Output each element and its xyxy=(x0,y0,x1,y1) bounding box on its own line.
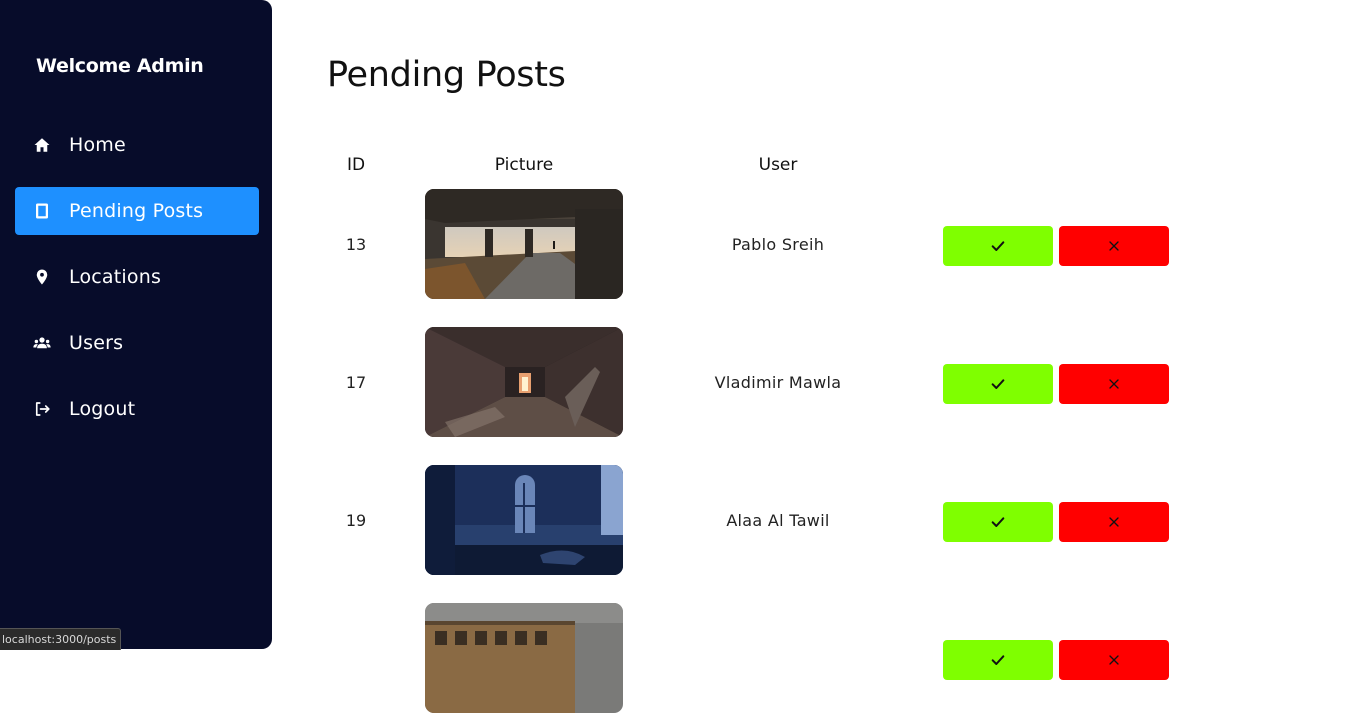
sidebar-item-home[interactable]: Home xyxy=(15,121,259,169)
close-icon xyxy=(1109,517,1119,527)
close-icon xyxy=(1109,379,1119,389)
map-pin-icon xyxy=(15,268,69,286)
users-icon xyxy=(15,334,69,352)
reject-button[interactable] xyxy=(1059,502,1169,542)
close-icon xyxy=(1109,241,1119,251)
sidebar-item-label: Locations xyxy=(69,266,162,288)
post-picture xyxy=(425,603,623,713)
table-row: 19 Alaa Al Tawil xyxy=(327,465,1227,575)
close-icon xyxy=(1109,655,1119,665)
post-picture xyxy=(425,327,623,437)
post-id: 13 xyxy=(345,234,367,254)
page-title: Pending Posts xyxy=(327,55,566,95)
sidebar-item-users[interactable]: Users xyxy=(15,319,259,367)
check-icon xyxy=(991,655,1005,665)
logout-icon xyxy=(15,400,69,418)
approve-button[interactable] xyxy=(943,502,1053,542)
column-header-picture: Picture xyxy=(494,155,554,175)
sidebar-item-logout[interactable]: Logout xyxy=(15,385,259,433)
approve-button[interactable] xyxy=(943,640,1053,680)
sidebar-item-label: Users xyxy=(69,332,124,354)
post-user xyxy=(678,603,878,713)
column-header-id: ID xyxy=(346,155,366,175)
sidebar-item-label: Home xyxy=(69,134,126,156)
post-user: Vladimir Mawla xyxy=(714,372,842,392)
column-header-user: User xyxy=(758,155,798,175)
approve-button[interactable] xyxy=(943,226,1053,266)
post-picture xyxy=(425,465,623,575)
check-icon xyxy=(991,241,1005,251)
check-icon xyxy=(991,517,1005,527)
reject-button[interactable] xyxy=(1059,364,1169,404)
sidebar-item-label: Pending Posts xyxy=(69,200,204,222)
post-id xyxy=(327,603,385,713)
sidebar-item-locations[interactable]: Locations xyxy=(15,253,259,301)
post-picture xyxy=(425,189,623,299)
status-bar-url: localhost:3000/posts xyxy=(0,628,122,650)
post-user: Alaa Al Tawil xyxy=(726,510,830,530)
table-row: 17 Vladimir Mawla xyxy=(327,327,1227,437)
table-row xyxy=(327,603,1227,713)
reject-button[interactable] xyxy=(1059,226,1169,266)
post-id: 17 xyxy=(345,372,367,392)
document-icon xyxy=(15,202,69,220)
check-icon xyxy=(991,379,1005,389)
post-id: 19 xyxy=(345,510,367,530)
home-icon xyxy=(15,136,69,154)
approve-button[interactable] xyxy=(943,364,1053,404)
table-row: 13 Pablo Sreih xyxy=(327,189,1227,299)
reject-button[interactable] xyxy=(1059,640,1169,680)
post-user: Pablo Sreih xyxy=(731,234,825,254)
sidebar-item-pending-posts[interactable]: Pending Posts xyxy=(15,187,259,235)
sidebar-item-label: Logout xyxy=(69,398,136,420)
welcome-text: Welcome Admin xyxy=(36,55,204,77)
sidebar: Welcome Admin Home Pending Posts Locatio… xyxy=(0,0,272,649)
